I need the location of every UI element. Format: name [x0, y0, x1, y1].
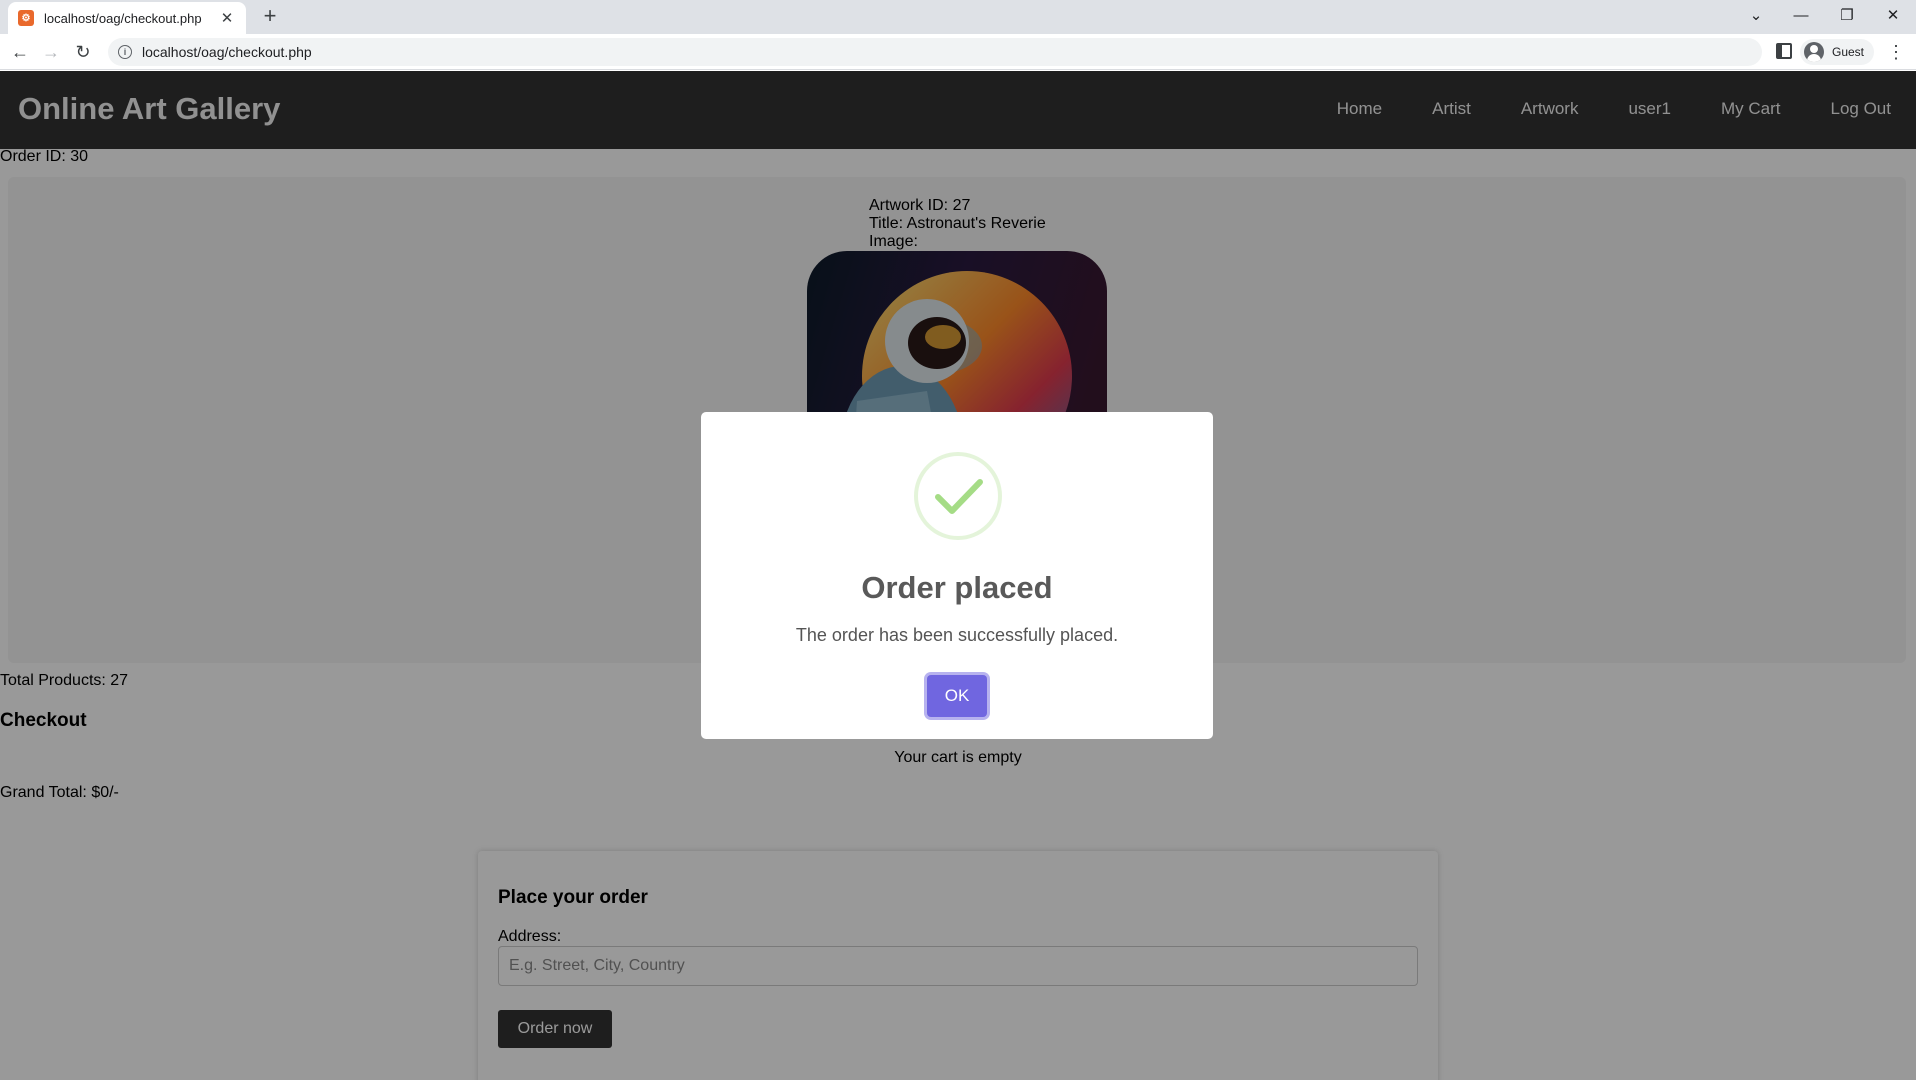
xampp-favicon-icon: ⚙: [18, 10, 34, 26]
side-panel-icon[interactable]: [1776, 43, 1792, 59]
tab-search-icon[interactable]: ⌄: [1736, 4, 1776, 28]
profile-avatar-icon: [1804, 42, 1824, 62]
restore-icon[interactable]: ❐: [1827, 4, 1867, 28]
site-info-icon[interactable]: i: [118, 45, 132, 59]
success-check-icon: [914, 452, 1002, 540]
ok-button[interactable]: OK: [927, 675, 987, 717]
tab-title: localhost/oag/checkout.php: [44, 10, 202, 26]
new-tab-button[interactable]: +: [258, 5, 282, 29]
browser-menu-icon[interactable]: ⋮: [1886, 40, 1906, 64]
minimize-icon[interactable]: —: [1781, 4, 1821, 28]
order-placed-dialog: Order placed The order has been successf…: [701, 412, 1213, 739]
window-close-icon[interactable]: ✕: [1873, 4, 1913, 28]
browser-tab-bar: ⚙ localhost/oag/checkout.php ✕ + ⌄ — ❐ ✕: [0, 0, 1916, 34]
browser-tab[interactable]: ⚙ localhost/oag/checkout.php ✕: [8, 2, 246, 34]
address-bar[interactable]: i localhost/oag/checkout.php: [108, 38, 1762, 66]
url-text[interactable]: localhost/oag/checkout.php: [142, 44, 312, 60]
tab-close-icon[interactable]: ✕: [218, 9, 236, 27]
reload-icon[interactable]: ↻: [71, 40, 95, 64]
dialog-message: The order has been successfully placed.: [795, 625, 1119, 645]
profile-name: Guest: [1832, 45, 1865, 59]
back-arrow-icon[interactable]: ←: [8, 40, 32, 64]
profile-button[interactable]: Guest: [1800, 39, 1875, 65]
forward-arrow-icon[interactable]: →: [39, 40, 63, 64]
dialog-title: Order placed: [861, 570, 1053, 605]
browser-toolbar: ← → ↻ i localhost/oag/checkout.php Guest…: [0, 34, 1916, 70]
